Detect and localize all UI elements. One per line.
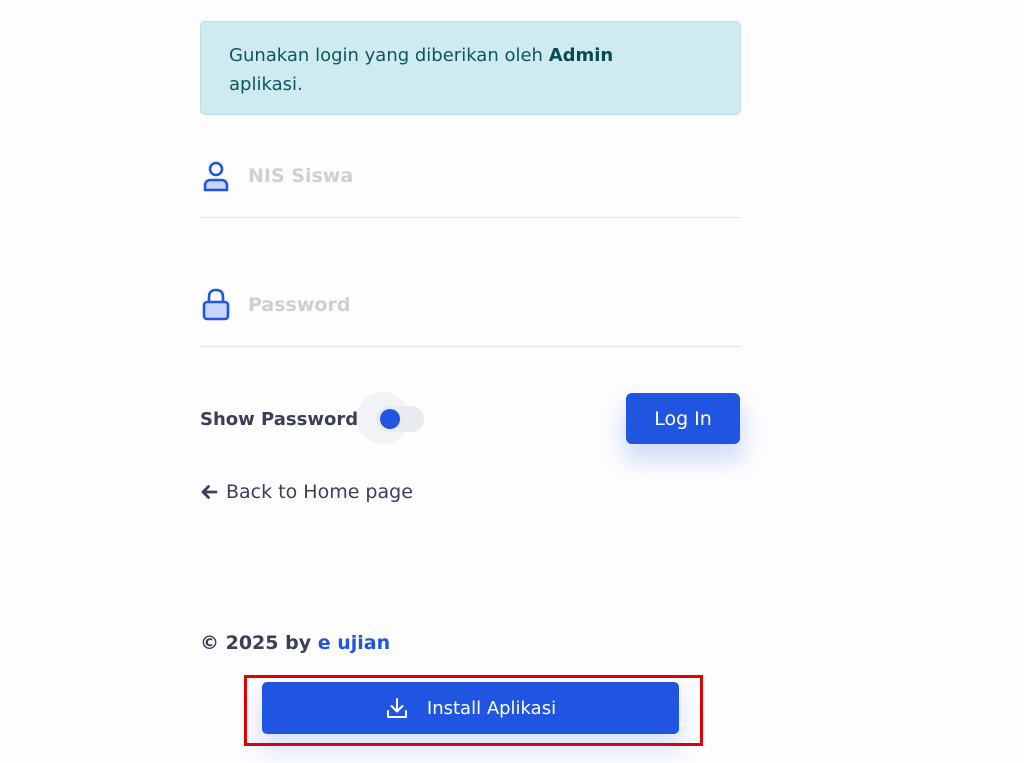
show-password-label: Show Password [200, 408, 359, 430]
arrow-left-icon [201, 485, 218, 499]
back-link-label: Back to Home page [226, 481, 413, 503]
nis-field [200, 157, 741, 218]
copyright-text: © 2025 by [200, 632, 318, 654]
password-field [200, 286, 741, 347]
back-to-home-link[interactable]: Back to Home page [200, 478, 413, 506]
install-label: Install Aplikasi [426, 697, 557, 719]
toggle-knob [380, 409, 401, 429]
login-button[interactable]: Log In [626, 393, 740, 444]
show-password-row: Show Password [200, 392, 425, 444]
download-icon [386, 698, 407, 718]
login-page: Gunakan login yang diberikan oleh Admin a… [0, 0, 1024, 763]
footer-copyright: © 2025 by e ujian [200, 632, 390, 654]
password-input[interactable] [248, 290, 728, 320]
alert-text-tail: aplikasi. [229, 74, 303, 95]
alert-text: Gunakan login yang diberikan oleh [229, 45, 549, 66]
info-alert: Gunakan login yang diberikan oleh Admin a… [200, 21, 741, 115]
brand-name: e ujian [317, 632, 391, 654]
alert-admin-text: Admin [548, 45, 614, 66]
install-app-button[interactable]: Install Aplikasi [262, 682, 679, 734]
nis-input[interactable] [248, 161, 728, 191]
lock-icon [200, 286, 232, 322]
user-icon [200, 157, 232, 193]
show-password-toggle[interactable] [376, 406, 425, 432]
